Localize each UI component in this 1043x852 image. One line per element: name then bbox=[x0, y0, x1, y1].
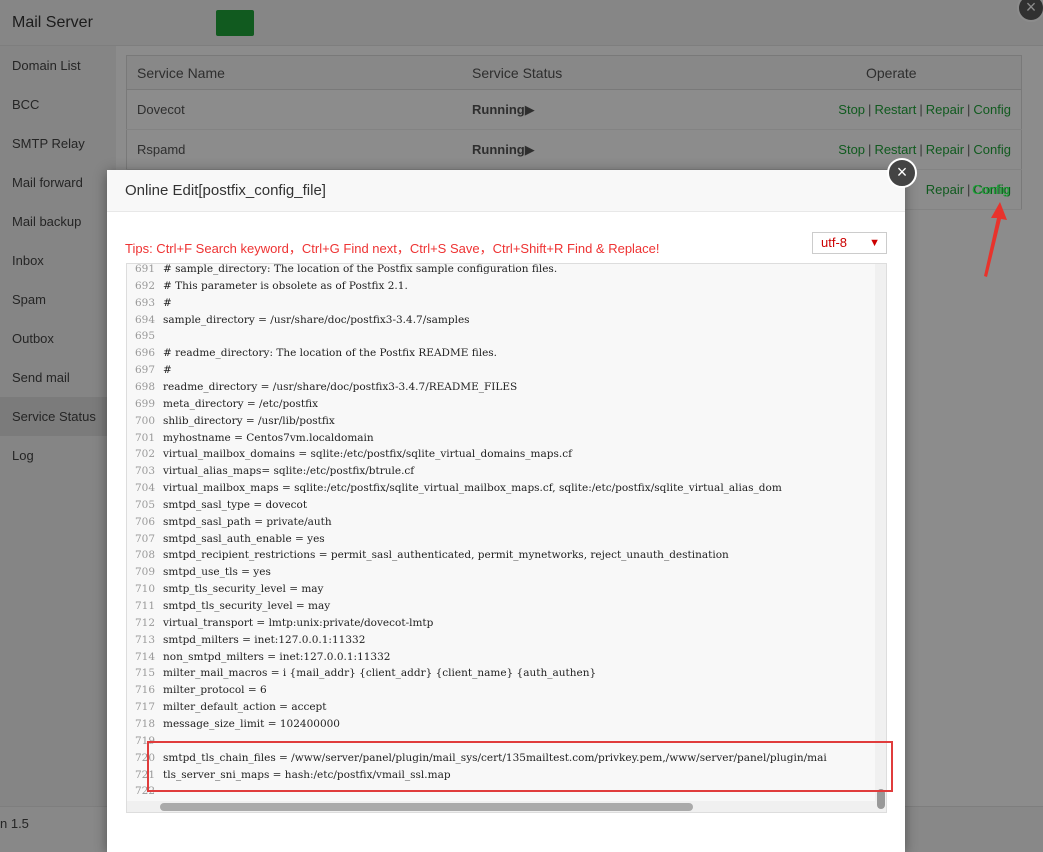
line-text[interactable]: virtual_mailbox_maps = sqlite:/etc/postf… bbox=[163, 482, 782, 494]
line-number: 702 bbox=[134, 448, 155, 461]
line-number: 706 bbox=[134, 515, 155, 528]
annotation-arrow-icon bbox=[984, 202, 1007, 277]
config-link-highlighted[interactable]: Config bbox=[972, 182, 1010, 197]
line-text[interactable]: virtual_transport = lmtp:unix:private/do… bbox=[163, 617, 433, 629]
line-text[interactable]: smtpd_use_tls = yes bbox=[163, 566, 271, 578]
line-number: 696 bbox=[134, 347, 155, 360]
highlight-annotation-box bbox=[147, 741, 893, 792]
line-number: 712 bbox=[134, 616, 155, 629]
line-number: 716 bbox=[134, 684, 155, 697]
code-line[interactable]: 696 # readme_directory: The location of t… bbox=[127, 345, 497, 362]
horizontal-scroll-thumb[interactable] bbox=[160, 803, 693, 811]
code-line[interactable]: 697 # bbox=[127, 362, 172, 379]
code-line[interactable]: 702 virtual_mailbox_domains = sqlite:/etc… bbox=[127, 446, 572, 463]
code-line[interactable]: 704 virtual_mailbox_maps = sqlite:/etc/po… bbox=[127, 480, 782, 497]
line-number: 711 bbox=[134, 600, 155, 612]
code-line[interactable]: 708 smtpd_recipient_restrictions = permit… bbox=[127, 547, 729, 564]
horizontal-scrollbar[interactable] bbox=[127, 801, 875, 812]
line-number: 707 bbox=[134, 532, 155, 545]
dialog-title: Online Edit[postfix_config_file] bbox=[125, 182, 326, 199]
code-line[interactable]: 693 # bbox=[127, 295, 172, 312]
line-text[interactable]: virtual_mailbox_domains = sqlite:/etc/po… bbox=[163, 448, 572, 460]
line-number: 700 bbox=[134, 414, 155, 427]
chevron-down-icon: ▼ bbox=[869, 237, 880, 249]
code-line[interactable]: 709 smtpd_use_tls = yes bbox=[127, 564, 271, 581]
code-line[interactable]: 714 non_smtpd_milters = inet:127.0.0.1:11… bbox=[127, 649, 391, 666]
code-line[interactable]: 695 bbox=[127, 328, 163, 345]
code-editor[interactable]: 691 # sample_directory: The location of t… bbox=[126, 263, 887, 813]
line-text[interactable]: smtpd_milters = inet:127.0.0.1:11332 bbox=[163, 634, 365, 646]
line-number: 692 bbox=[134, 279, 155, 292]
line-number: 718 bbox=[134, 717, 155, 730]
line-number: 691 bbox=[134, 264, 155, 275]
line-number: 693 bbox=[134, 296, 155, 309]
line-number: 708 bbox=[134, 549, 155, 562]
dialog-close-icon[interactable]: × bbox=[887, 158, 917, 188]
line-number: 715 bbox=[134, 667, 155, 680]
code-line[interactable]: 717 milter_default_action = accept bbox=[127, 699, 327, 716]
line-text[interactable]: virtual_alias_maps= sqlite:/etc/postfix/… bbox=[163, 465, 414, 477]
line-text[interactable]: shlib_directory = /usr/lib/postfix bbox=[163, 415, 335, 427]
code-lines[interactable]: 691 # sample_directory: The location of t… bbox=[127, 264, 875, 801]
line-text[interactable]: non_smtpd_milters = inet:127.0.0.1:11332 bbox=[163, 651, 390, 663]
code-line[interactable]: 710 smtp_tls_security_level = may bbox=[127, 581, 324, 598]
line-text[interactable]: myhostname = Centos7vm.localdomain bbox=[163, 432, 374, 444]
code-line[interactable]: 699 meta_directory = /etc/postfix bbox=[127, 396, 318, 413]
line-text[interactable]: smtp_tls_security_level = may bbox=[163, 583, 323, 595]
line-number: 704 bbox=[134, 482, 155, 495]
editor-tips: Tips: Ctrl+F Search keyword，Ctrl+G Find … bbox=[125, 241, 660, 256]
vertical-scrollbar[interactable] bbox=[875, 264, 886, 812]
line-number: 710 bbox=[134, 583, 155, 596]
code-line[interactable]: 705 smtpd_sasl_type = dovecot bbox=[127, 497, 307, 514]
code-line[interactable]: 713 smtpd_milters = inet:127.0.0.1:11332 bbox=[127, 632, 365, 649]
line-text[interactable]: milter_mail_macros = i {mail_addr} {clie… bbox=[163, 667, 596, 679]
line-number: 709 bbox=[134, 566, 155, 579]
code-line[interactable]: 715 milter_mail_macros = i {mail_addr} {c… bbox=[127, 665, 596, 682]
code-line[interactable]: 712 virtual_transport = lmtp:unix:private… bbox=[127, 615, 433, 632]
line-text[interactable]: smtpd_tls_security_level = may bbox=[163, 600, 330, 612]
code-line[interactable]: 691 # sample_directory: The location of t… bbox=[127, 264, 557, 278]
line-number: 705 bbox=[134, 498, 155, 511]
encoding-select[interactable]: utf-8 ▼ bbox=[812, 232, 887, 254]
line-text[interactable]: # readme_directory: The location of the … bbox=[163, 347, 497, 359]
line-number: 701 bbox=[134, 431, 155, 444]
line-text[interactable]: milter_protocol = 6 bbox=[163, 684, 267, 696]
line-text[interactable]: # This parameter is obsolete as of Postf… bbox=[163, 280, 408, 292]
line-text[interactable]: sample_directory = /usr/share/doc/postfi… bbox=[163, 314, 470, 326]
code-line[interactable]: 692 # This parameter is obsolete as of Po… bbox=[127, 278, 408, 295]
encoding-value: utf-8 bbox=[821, 235, 848, 250]
line-number: 703 bbox=[134, 465, 155, 478]
line-text[interactable]: smtpd_sasl_auth_enable = yes bbox=[163, 533, 325, 545]
line-number: 714 bbox=[134, 650, 155, 663]
line-number: 713 bbox=[134, 633, 155, 646]
dialog-header: Online Edit[postfix_config_file] bbox=[107, 170, 905, 212]
code-line[interactable]: 706 smtpd_sasl_path = private/auth bbox=[127, 514, 332, 531]
code-line[interactable]: 694 sample_directory = /usr/share/doc/pos… bbox=[127, 312, 470, 329]
line-number: 695 bbox=[134, 330, 155, 343]
line-number: 698 bbox=[134, 380, 155, 393]
code-line[interactable]: 700 shlib_directory = /usr/lib/postfix bbox=[127, 413, 335, 430]
code-line[interactable]: 703 virtual_alias_maps= sqlite:/etc/postf… bbox=[127, 463, 414, 480]
vertical-scroll-thumb[interactable] bbox=[877, 789, 885, 809]
line-text[interactable]: # sample_directory: The location of the … bbox=[163, 264, 557, 275]
line-text[interactable]: milter_default_action = accept bbox=[163, 701, 327, 713]
line-text[interactable]: smtpd_sasl_path = private/auth bbox=[163, 516, 332, 528]
code-line[interactable]: 711 smtpd_tls_security_level = may bbox=[127, 598, 330, 615]
line-text[interactable]: # bbox=[163, 297, 172, 309]
code-line[interactable]: 701 myhostname = Centos7vm.localdomain bbox=[127, 430, 374, 447]
code-line[interactable]: 698 readme_directory = /usr/share/doc/pos… bbox=[127, 379, 517, 396]
line-number: 694 bbox=[134, 313, 155, 326]
line-text[interactable]: smtpd_recipient_restrictions = permit_sa… bbox=[163, 549, 729, 561]
line-text[interactable]: # bbox=[163, 364, 172, 376]
line-number: 697 bbox=[134, 364, 155, 377]
code-line[interactable]: 718 message_size_limit = 102400000 bbox=[127, 716, 340, 733]
line-text[interactable]: readme_directory = /usr/share/doc/postfi… bbox=[163, 381, 517, 393]
line-text[interactable]: smtpd_sasl_type = dovecot bbox=[163, 499, 307, 511]
line-text[interactable]: meta_directory = /etc/postfix bbox=[163, 398, 318, 410]
code-line[interactable]: 707 smtpd_sasl_auth_enable = yes bbox=[127, 531, 325, 548]
line-number: 699 bbox=[134, 397, 155, 410]
code-line[interactable]: 716 milter_protocol = 6 bbox=[127, 682, 267, 699]
line-number: 717 bbox=[134, 701, 155, 714]
line-text[interactable]: message_size_limit = 102400000 bbox=[163, 718, 340, 730]
